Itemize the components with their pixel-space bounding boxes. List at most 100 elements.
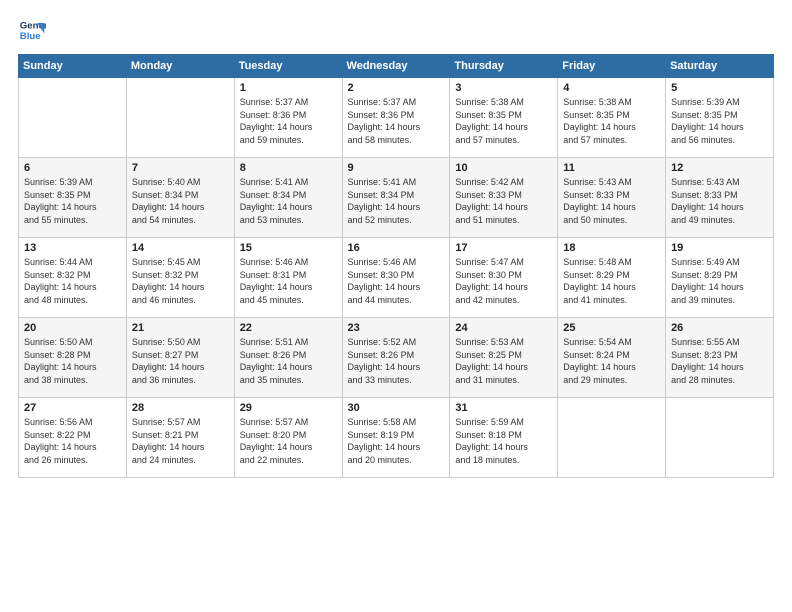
calendar-cell: 10 Sunrise: 5:42 AM Sunset: 8:33 PM Dayli… [450, 158, 558, 238]
cell-info: Sunrise: 5:50 AM Sunset: 8:28 PM Dayligh… [24, 336, 121, 386]
day-header-sunday: Sunday [19, 55, 127, 78]
logo: General Blue [18, 16, 46, 44]
calendar-cell: 27Sunrise: 5:56 AM Sunset: 8:22 PM Dayli… [19, 398, 127, 478]
cell-info: Sunrise: 5:43 AM Sunset: 8:33 PM Dayligh… [671, 176, 768, 226]
cell-info: Sunrise: 5:46 AM Sunset: 8:31 PM Dayligh… [240, 256, 337, 306]
calendar-cell: 19Sunrise: 5:49 AM Sunset: 8:29 PM Dayli… [666, 238, 774, 318]
calendar-cell: 22 Sunrise: 5:51 AM Sunset: 8:26 PM Dayli… [234, 318, 342, 398]
calendar-cell: 11 Sunrise: 5:43 AM Sunset: 8:33 PM Dayli… [558, 158, 666, 238]
cell-info: Sunrise: 5:52 AM Sunset: 8:26 PM Dayligh… [348, 336, 445, 386]
calendar-cell: 26Sunrise: 5:55 AM Sunset: 8:23 PM Dayli… [666, 318, 774, 398]
cell-info: Sunrise: 5:50 AM Sunset: 8:27 PM Dayligh… [132, 336, 229, 386]
cell-info: Sunrise: 5:38 AM Sunset: 8:35 PM Dayligh… [455, 96, 552, 146]
day-number: 30 [348, 402, 445, 414]
page-header: General Blue [18, 16, 774, 44]
calendar-cell: 17 Sunrise: 5:47 AM Sunset: 8:30 PM Dayli… [450, 238, 558, 318]
calendar-cell: 9 Sunrise: 5:41 AM Sunset: 8:34 PM Daylig… [342, 158, 450, 238]
day-number: 16 [348, 242, 445, 254]
calendar-cell: 5Sunrise: 5:39 AM Sunset: 8:35 PM Daylig… [666, 78, 774, 158]
day-number: 26 [671, 322, 768, 334]
calendar-cell: 12 Sunrise: 5:43 AM Sunset: 8:33 PM Dayli… [666, 158, 774, 238]
calendar-cell: 20 Sunrise: 5:50 AM Sunset: 8:28 PM Dayli… [19, 318, 127, 398]
cell-info: Sunrise: 5:46 AM Sunset: 8:30 PM Dayligh… [348, 256, 445, 306]
cell-info: Sunrise: 5:51 AM Sunset: 8:26 PM Dayligh… [240, 336, 337, 386]
day-number: 13 [24, 242, 121, 254]
calendar-cell: 15 Sunrise: 5:46 AM Sunset: 8:31 PM Dayli… [234, 238, 342, 318]
day-number: 20 [24, 322, 121, 334]
day-number: 2 [348, 82, 445, 94]
cell-info: Sunrise: 5:43 AM Sunset: 8:33 PM Dayligh… [563, 176, 660, 226]
day-number: 21 [132, 322, 229, 334]
day-number: 15 [240, 242, 337, 254]
day-number: 4 [563, 82, 660, 94]
day-number: 28 [132, 402, 229, 414]
cell-info: Sunrise: 5:57 AM Sunset: 8:21 PM Dayligh… [132, 416, 229, 466]
calendar-cell: 24Sunrise: 5:53 AM Sunset: 8:25 PM Dayli… [450, 318, 558, 398]
day-number: 24 [455, 322, 552, 334]
day-number: 3 [455, 82, 552, 94]
logo-icon: General Blue [18, 16, 46, 44]
week-row-5: 27Sunrise: 5:56 AM Sunset: 8:22 PM Dayli… [19, 398, 774, 478]
day-header-friday: Friday [558, 55, 666, 78]
day-header-tuesday: Tuesday [234, 55, 342, 78]
cell-info: Sunrise: 5:57 AM Sunset: 8:20 PM Dayligh… [240, 416, 337, 466]
cell-info: Sunrise: 5:37 AM Sunset: 8:36 PM Dayligh… [348, 96, 445, 146]
day-number: 9 [348, 162, 445, 174]
day-header-saturday: Saturday [666, 55, 774, 78]
week-row-3: 13 Sunrise: 5:44 AM Sunset: 8:32 PM Dayli… [19, 238, 774, 318]
day-number: 10 [455, 162, 552, 174]
day-number: 31 [455, 402, 552, 414]
day-number: 18 [563, 242, 660, 254]
day-header-wednesday: Wednesday [342, 55, 450, 78]
week-row-2: 6 Sunrise: 5:39 AM Sunset: 8:35 PM Daylig… [19, 158, 774, 238]
cell-info: Sunrise: 5:47 AM Sunset: 8:30 PM Dayligh… [455, 256, 552, 306]
day-number: 8 [240, 162, 337, 174]
cell-info: Sunrise: 5:48 AM Sunset: 8:29 PM Dayligh… [563, 256, 660, 306]
day-number: 29 [240, 402, 337, 414]
cell-info: Sunrise: 5:59 AM Sunset: 8:18 PM Dayligh… [455, 416, 552, 466]
calendar-cell: 2 Sunrise: 5:37 AM Sunset: 8:36 PM Daylig… [342, 78, 450, 158]
calendar-cell: 3 Sunrise: 5:38 AM Sunset: 8:35 PM Daylig… [450, 78, 558, 158]
calendar-cell: 30 Sunrise: 5:58 AM Sunset: 8:19 PM Dayli… [342, 398, 450, 478]
day-number: 23 [348, 322, 445, 334]
cell-info: Sunrise: 5:54 AM Sunset: 8:24 PM Dayligh… [563, 336, 660, 386]
calendar-cell [19, 78, 127, 158]
calendar-cell: 31 Sunrise: 5:59 AM Sunset: 8:18 PM Dayli… [450, 398, 558, 478]
calendar-cell: 28 Sunrise: 5:57 AM Sunset: 8:21 PM Dayli… [126, 398, 234, 478]
day-number: 22 [240, 322, 337, 334]
cell-info: Sunrise: 5:44 AM Sunset: 8:32 PM Dayligh… [24, 256, 121, 306]
day-number: 1 [240, 82, 337, 94]
calendar-cell: 4 Sunrise: 5:38 AM Sunset: 8:35 PM Daylig… [558, 78, 666, 158]
calendar-cell: 8 Sunrise: 5:41 AM Sunset: 8:34 PM Daylig… [234, 158, 342, 238]
calendar-cell [666, 398, 774, 478]
calendar-cell: 25 Sunrise: 5:54 AM Sunset: 8:24 PM Dayli… [558, 318, 666, 398]
cell-info: Sunrise: 5:41 AM Sunset: 8:34 PM Dayligh… [348, 176, 445, 226]
cell-info: Sunrise: 5:56 AM Sunset: 8:22 PM Dayligh… [24, 416, 121, 466]
day-number: 12 [671, 162, 768, 174]
calendar-cell: 23 Sunrise: 5:52 AM Sunset: 8:26 PM Dayli… [342, 318, 450, 398]
calendar-cell: 7Sunrise: 5:40 AM Sunset: 8:34 PM Daylig… [126, 158, 234, 238]
cell-info: Sunrise: 5:42 AM Sunset: 8:33 PM Dayligh… [455, 176, 552, 226]
header-row: SundayMondayTuesdayWednesdayThursdayFrid… [19, 55, 774, 78]
svg-text:Blue: Blue [20, 31, 41, 42]
calendar-cell: 14Sunrise: 5:45 AM Sunset: 8:32 PM Dayli… [126, 238, 234, 318]
cell-info: Sunrise: 5:58 AM Sunset: 8:19 PM Dayligh… [348, 416, 445, 466]
day-number: 19 [671, 242, 768, 254]
day-number: 11 [563, 162, 660, 174]
day-number: 25 [563, 322, 660, 334]
calendar-cell: 16 Sunrise: 5:46 AM Sunset: 8:30 PM Dayli… [342, 238, 450, 318]
cell-info: Sunrise: 5:41 AM Sunset: 8:34 PM Dayligh… [240, 176, 337, 226]
cell-info: Sunrise: 5:39 AM Sunset: 8:35 PM Dayligh… [671, 96, 768, 146]
day-header-monday: Monday [126, 55, 234, 78]
day-number: 6 [24, 162, 121, 174]
day-number: 7 [132, 162, 229, 174]
cell-info: Sunrise: 5:45 AM Sunset: 8:32 PM Dayligh… [132, 256, 229, 306]
calendar-cell: 6 Sunrise: 5:39 AM Sunset: 8:35 PM Daylig… [19, 158, 127, 238]
calendar-cell: 13 Sunrise: 5:44 AM Sunset: 8:32 PM Dayli… [19, 238, 127, 318]
cell-info: Sunrise: 5:39 AM Sunset: 8:35 PM Dayligh… [24, 176, 121, 226]
calendar-cell [558, 398, 666, 478]
cell-info: Sunrise: 5:38 AM Sunset: 8:35 PM Dayligh… [563, 96, 660, 146]
day-number: 17 [455, 242, 552, 254]
week-row-1: 1 Sunrise: 5:37 AM Sunset: 8:36 PM Daylig… [19, 78, 774, 158]
calendar-table: SundayMondayTuesdayWednesdayThursdayFrid… [18, 54, 774, 478]
